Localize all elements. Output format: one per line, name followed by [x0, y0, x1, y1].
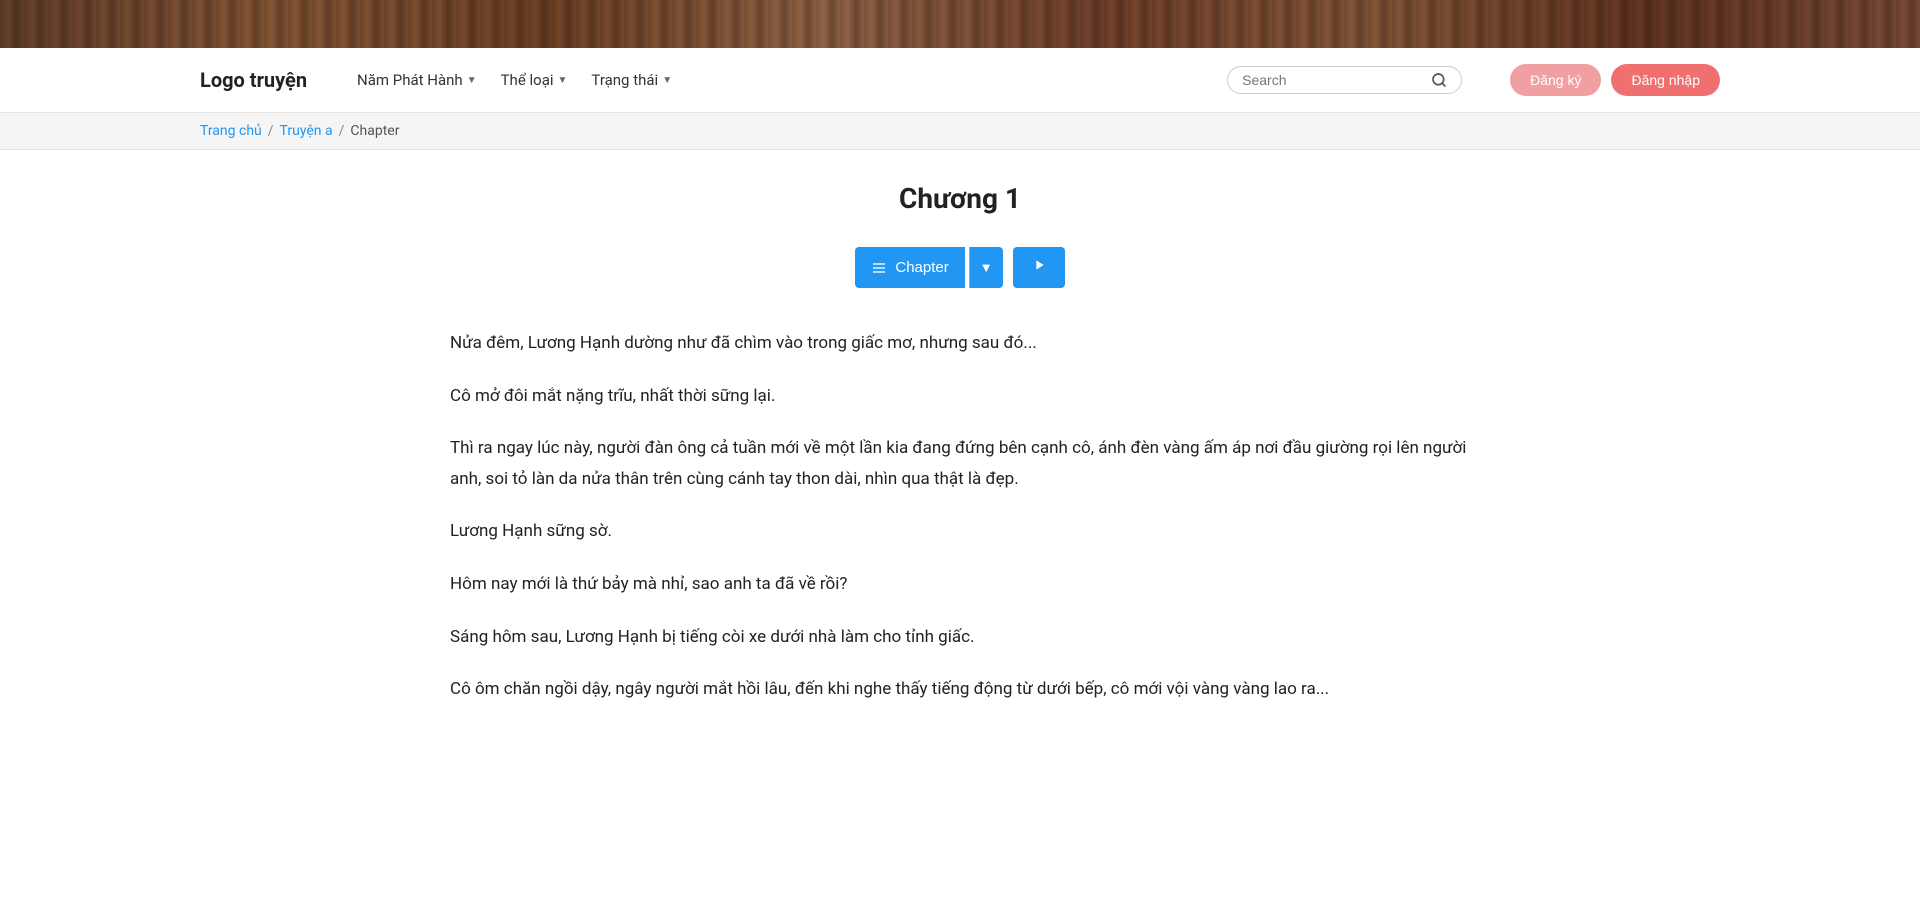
next-chapter-button[interactable] — [1013, 247, 1065, 288]
paragraph-4: Lương Hạnh sững sờ. — [450, 516, 1470, 547]
search-bar — [1227, 66, 1462, 94]
paragraph-2: Cô mở đôi mắt nặng trĩu, nhất thời sững … — [450, 381, 1470, 412]
paragraph-7: Cô ôm chăn ngồi dậy, ngây người mắt hồi … — [450, 674, 1470, 705]
site-logo[interactable]: Logo truyện — [200, 68, 307, 92]
chapter-dropdown-button[interactable]: ▼ — [969, 247, 1003, 288]
paragraph-1: Nửa đêm, Lương Hạnh dường như đã chìm và… — [450, 328, 1470, 359]
list-icon — [871, 260, 887, 276]
search-input[interactable] — [1242, 72, 1423, 88]
breadcrumb-current: Chapter — [350, 123, 399, 139]
auth-buttons: Đăng ký Đăng nhập — [1510, 64, 1720, 96]
breadcrumb-sep-2: / — [339, 123, 345, 139]
play-icon — [1031, 257, 1047, 273]
register-button[interactable]: Đăng ký — [1510, 64, 1601, 96]
main-content: Chương 1 Chapter ▼ Nửa đêm, Lương Hạnh d… — [410, 150, 1510, 759]
chapter-title: Chương 1 — [450, 182, 1470, 215]
search-button[interactable] — [1431, 72, 1447, 88]
chapter-controls: Chapter ▼ — [450, 247, 1470, 288]
chapter-caret-icon: ▼ — [980, 260, 993, 275]
nav-status[interactable]: Trạng thái ▼ — [581, 65, 682, 95]
breadcrumb-home[interactable]: Trang chủ — [200, 123, 262, 139]
paragraph-5: Hôm nay mới là thứ bảy mà nhỉ, sao anh t… — [450, 569, 1470, 600]
nav-status-label: Trạng thái — [591, 71, 658, 89]
breadcrumb-story[interactable]: Truyện a — [280, 123, 333, 139]
nav-year[interactable]: Năm Phát Hành ▼ — [347, 65, 487, 95]
hero-banner — [0, 0, 1920, 48]
nav-genre[interactable]: Thể loại ▼ — [491, 65, 578, 95]
paragraph-6: Sáng hôm sau, Lương Hạnh bị tiếng còi xe… — [450, 622, 1470, 653]
story-text: Nửa đêm, Lương Hạnh dường như đã chìm và… — [450, 328, 1470, 705]
login-button[interactable]: Đăng nhập — [1611, 64, 1720, 96]
chapter-button-label: Chapter — [895, 259, 948, 276]
nav-genre-label: Thể loại — [501, 71, 554, 89]
nav-menu: Năm Phát Hành ▼ Thể loại ▼ Trạng thái ▼ — [347, 65, 1195, 95]
search-icon — [1431, 72, 1447, 88]
nav-genre-caret-icon: ▼ — [558, 75, 568, 86]
paragraph-3: Thì ra ngay lúc này, người đàn ông cả tu… — [450, 433, 1470, 494]
nav-status-caret-icon: ▼ — [662, 75, 672, 86]
breadcrumb: Trang chủ / Truyện a / Chapter — [0, 113, 1920, 150]
breadcrumb-sep-1: / — [268, 123, 274, 139]
nav-year-label: Năm Phát Hành — [357, 71, 463, 89]
navbar: Logo truyện Năm Phát Hành ▼ Thể loại ▼ T… — [0, 48, 1920, 113]
nav-year-caret-icon: ▼ — [467, 75, 477, 86]
chapter-select-button[interactable]: Chapter — [855, 247, 964, 288]
